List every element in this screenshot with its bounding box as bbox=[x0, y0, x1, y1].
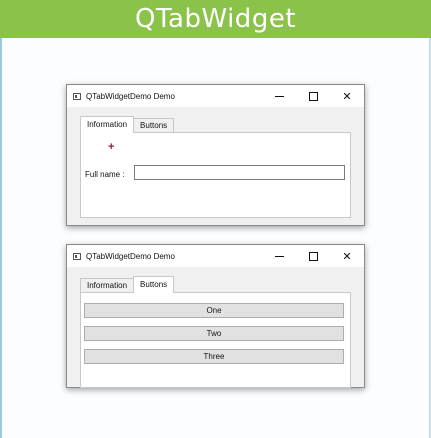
minimize-button[interactable] bbox=[262, 85, 296, 107]
close-button[interactable]: ✕ bbox=[330, 85, 364, 107]
title-bar[interactable]: QTabWidgetDemo Demo ✕ bbox=[67, 85, 364, 107]
minimize-icon bbox=[274, 255, 284, 257]
fullname-label: Full name : bbox=[85, 170, 125, 179]
window-title: QTabWidgetDemo Demo bbox=[86, 251, 175, 261]
maximize-button[interactable] bbox=[296, 85, 330, 107]
demo-window-buttons: QTabWidgetDemo Demo ✕ Information Button… bbox=[66, 244, 365, 388]
app-window-icon bbox=[73, 252, 81, 260]
close-icon: ✕ bbox=[342, 250, 352, 263]
window-title: QTabWidgetDemo Demo bbox=[86, 91, 175, 101]
maximize-icon bbox=[308, 251, 318, 261]
one-button[interactable]: One bbox=[84, 303, 344, 318]
tab-buttons[interactable]: Buttons bbox=[133, 276, 175, 293]
close-button[interactable]: ✕ bbox=[330, 245, 364, 267]
tab-bar: Information Buttons bbox=[80, 116, 175, 133]
tab-pane-buttons: One Two Three bbox=[80, 292, 351, 388]
maximize-icon bbox=[308, 91, 318, 101]
banner-title: QTabWidget bbox=[0, 0, 431, 38]
fullname-input[interactable] bbox=[134, 165, 345, 180]
tab-buttons[interactable]: Buttons bbox=[133, 118, 175, 133]
minimize-icon bbox=[274, 95, 284, 97]
tab-information[interactable]: Information bbox=[80, 278, 135, 293]
title-bar[interactable]: QTabWidgetDemo Demo ✕ bbox=[67, 245, 364, 267]
close-icon: ✕ bbox=[342, 90, 352, 103]
maximize-button[interactable] bbox=[296, 245, 330, 267]
minimize-button[interactable] bbox=[262, 245, 296, 267]
app-window-icon bbox=[73, 92, 81, 100]
mouse-cursor-icon: + bbox=[108, 141, 115, 153]
tab-pane-information: + Full name : bbox=[80, 132, 351, 218]
tab-information[interactable]: Information bbox=[80, 116, 135, 133]
two-button[interactable]: Two bbox=[84, 326, 344, 341]
slide-border-left bbox=[0, 38, 2, 438]
tab-bar: Information Buttons bbox=[80, 276, 175, 293]
demo-window-information: QTabWidgetDemo Demo ✕ Information Button… bbox=[66, 84, 365, 226]
three-button[interactable]: Three bbox=[84, 349, 344, 364]
